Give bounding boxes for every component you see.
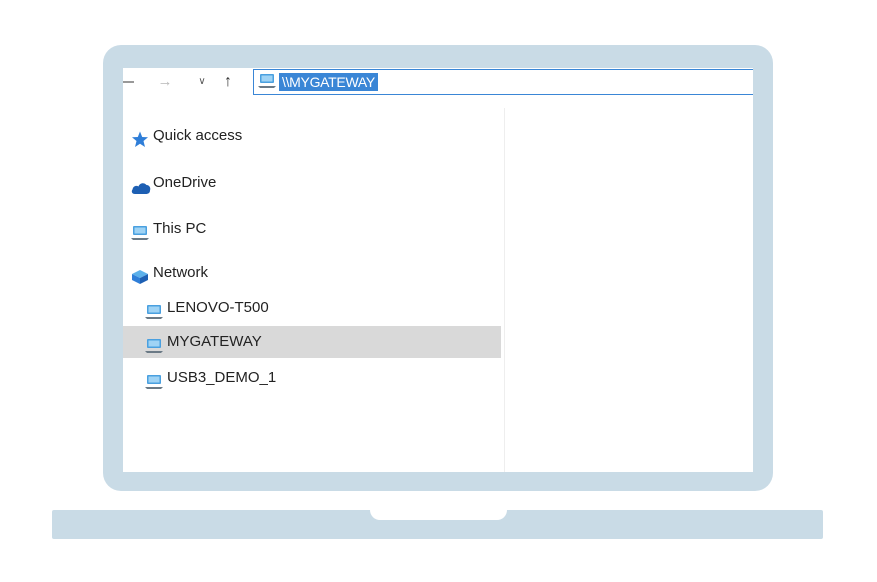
sidebar-item-this-pc[interactable]: This PC [131, 213, 331, 245]
navigation-bar: — → ∨ ↑ \\MYGATEWAY [123, 68, 753, 96]
back-arrow-icon[interactable]: — [123, 70, 134, 94]
sidebar-item-label: Network [153, 264, 209, 281]
computer-icon [131, 221, 149, 253]
sidebar-item-label: Quick access [153, 127, 243, 144]
laptop-base-notch [370, 510, 507, 520]
forward-arrow-icon[interactable]: → [157, 70, 173, 94]
address-bar[interactable]: \\MYGATEWAY [253, 69, 753, 95]
sidebar-item-label: USB3_DEMO_1 [167, 369, 277, 386]
sidebar-item-quick-access[interactable]: Quick access [131, 120, 331, 152]
sidebar-item-label: OneDrive [153, 174, 217, 191]
sidebar-item-network[interactable]: Network [131, 257, 331, 289]
computer-icon [258, 73, 276, 94]
sidebar-item-lenovo-t500[interactable]: LENOVO-T500 [145, 292, 345, 324]
computer-icon [145, 370, 163, 402]
sidebar-item-mygateway[interactable]: MYGATEWAY [123, 326, 501, 358]
sidebar-item-label: This PC [153, 220, 207, 237]
address-path-text[interactable]: \\MYGATEWAY [279, 73, 378, 91]
star-icon [131, 128, 149, 160]
sidebar-item-onedrive[interactable]: OneDrive [131, 167, 331, 199]
sidebar-item-label: MYGATEWAY [167, 333, 262, 350]
pane-divider [504, 108, 505, 472]
sidebar-item-label: LENOVO-T500 [167, 299, 269, 316]
file-explorer-window: — → ∨ ↑ \\MYGATEWAY Quick access [123, 68, 753, 472]
up-arrow-icon[interactable]: ↑ [219, 70, 237, 94]
cloud-icon [131, 175, 151, 207]
sidebar-item-usb3-demo-1[interactable]: USB3_DEMO_1 [145, 362, 345, 394]
chevron-down-icon[interactable]: ∨ [195, 70, 209, 94]
